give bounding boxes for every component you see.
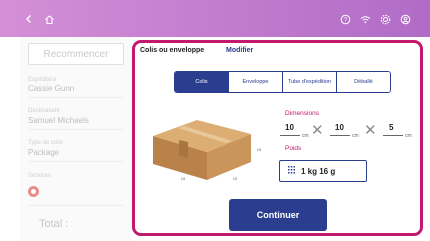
tab-deballe[interactable]: Déballé bbox=[337, 72, 390, 92]
height-underline bbox=[383, 135, 403, 136]
recipient-value: Samuel Michaels bbox=[28, 116, 89, 125]
sender-value: Cassie Gunn bbox=[28, 84, 75, 93]
times-icon: ✕ bbox=[311, 122, 324, 139]
package-illustration: 15 15 15 bbox=[153, 120, 262, 181]
services-label: Services bbox=[28, 173, 52, 179]
dialog-title: Colis ou enveloppe bbox=[140, 47, 205, 54]
help-icon[interactable]: ? bbox=[338, 12, 352, 26]
weight-label: Poids bbox=[285, 145, 302, 152]
modify-link[interactable]: Modifier bbox=[226, 47, 253, 54]
times-icon: ✕ bbox=[364, 122, 377, 139]
length-value[interactable]: 10 bbox=[285, 123, 294, 132]
services-icon bbox=[28, 186, 39, 197]
gear-icon[interactable] bbox=[378, 12, 392, 26]
height-unit: cm bbox=[405, 133, 412, 139]
account-icon[interactable] bbox=[398, 12, 412, 26]
recipient-label: Destinataire bbox=[28, 108, 61, 114]
width-value[interactable]: 10 bbox=[335, 123, 344, 132]
divider bbox=[28, 97, 124, 98]
height-value[interactable]: 5 bbox=[389, 123, 393, 132]
wifi-icon[interactable] bbox=[358, 12, 372, 26]
length-underline bbox=[280, 135, 300, 136]
weight-field[interactable]: 1 kg 16 g bbox=[279, 160, 367, 182]
box-height-dimension: 15 bbox=[257, 147, 262, 152]
restart-button[interactable]: Recommencer bbox=[28, 43, 124, 65]
box-front-dimension: 15 bbox=[181, 176, 186, 181]
home-icon[interactable] bbox=[42, 12, 56, 26]
total-label: Total : bbox=[39, 218, 69, 230]
chevron-left-icon[interactable] bbox=[22, 12, 36, 26]
parcel-type-label: Type de colis bbox=[28, 140, 64, 146]
summary-panel: Recommencer Expéditeur Cassie Gunn Desti… bbox=[20, 37, 132, 241]
svg-text:?: ? bbox=[343, 17, 347, 23]
weight-value: 1 kg 16 g bbox=[301, 166, 336, 176]
top-bar: ? bbox=[0, 0, 430, 37]
length-unit: cm bbox=[302, 133, 309, 139]
sender-label: Expéditeur bbox=[28, 77, 57, 83]
parcel-type-tabs: Colis Enveloppe Tube d'expédition Déball… bbox=[174, 71, 391, 93]
parcel-type-value: Package bbox=[28, 148, 60, 157]
parcel-type-dialog: Colis ou enveloppe Modifier Colis Envelo… bbox=[132, 40, 423, 236]
tab-tube[interactable]: Tube d'expédition bbox=[283, 72, 337, 92]
box-depth-dimension: 15 bbox=[233, 176, 238, 181]
width-unit: cm bbox=[352, 133, 359, 139]
divider bbox=[28, 129, 124, 130]
divider bbox=[28, 161, 124, 162]
tab-colis[interactable]: Colis bbox=[175, 72, 229, 92]
width-underline bbox=[330, 135, 350, 136]
continue-button[interactable]: Continuer bbox=[229, 199, 327, 231]
tab-enveloppe[interactable]: Enveloppe bbox=[229, 72, 283, 92]
dimensions-label: Dimensions bbox=[285, 110, 319, 117]
scale-icon bbox=[288, 166, 295, 176]
divider bbox=[28, 205, 124, 206]
box-flap-shadow bbox=[179, 140, 188, 158]
